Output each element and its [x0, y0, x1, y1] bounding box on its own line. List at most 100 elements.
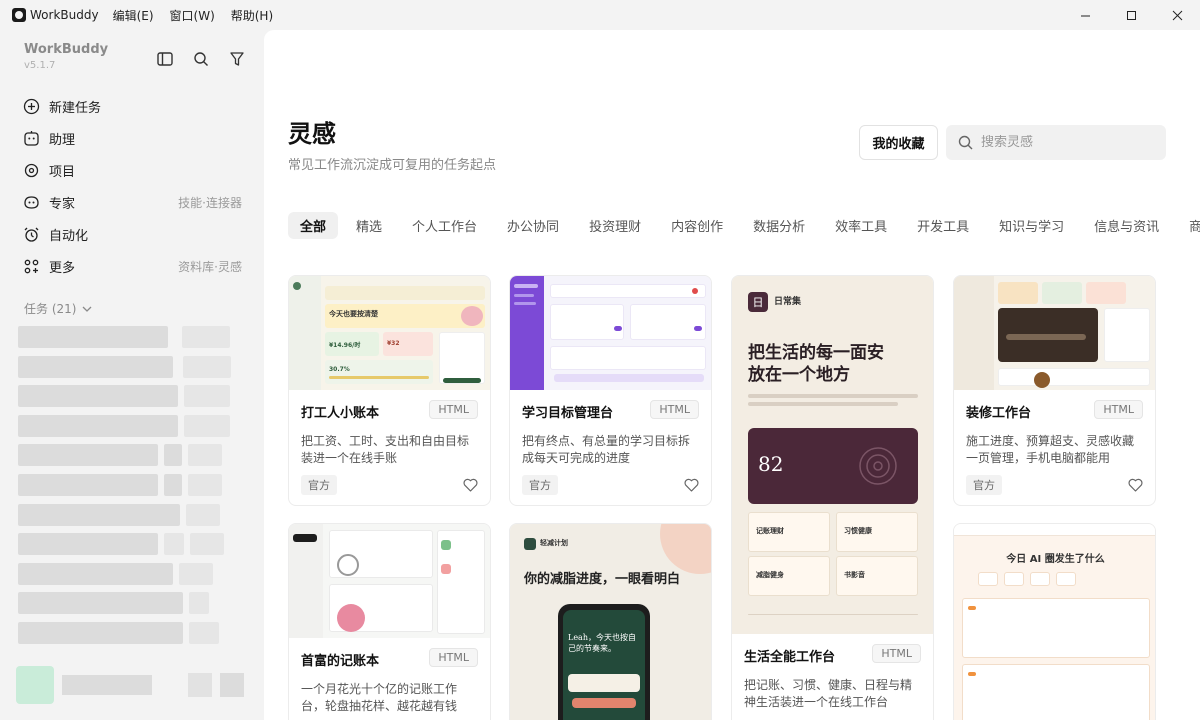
tab-all[interactable]: 全部	[288, 212, 339, 239]
inspiration-card[interactable]: 首富的记账本 HTML 一个月花光十个亿的记账工作台，轮盘抽花样、越花越有钱	[288, 523, 491, 720]
tab-dev-tools[interactable]: 开发工具	[905, 212, 981, 239]
main-panel: 灵感 常见工作流沉淀成可复用的任务起点 我的收藏 全部 精选 个人工作台 办公协…	[264, 30, 1200, 720]
thumb-heading: 今天也要按清楚	[329, 310, 378, 318]
list-item[interactable]	[18, 326, 248, 348]
user-profile-redacted[interactable]	[16, 666, 246, 704]
list-item[interactable]	[18, 533, 248, 556]
card-body: 学习目标管理台 HTML 把有终点、有总量的学习目标拆成每天可完成的进度 官方	[510, 390, 711, 495]
menu-window[interactable]: 窗口(W)	[170, 7, 215, 24]
search-icon	[958, 135, 973, 150]
card-description: 施工进度、预算超支、灵感收藏一页管理，手机电脑都能用	[966, 434, 1135, 465]
nav-label: 自动化	[49, 228, 89, 244]
nav-assistant[interactable]: 助理	[22, 122, 242, 154]
thumb-tile: 记账理财	[756, 527, 784, 535]
list-item[interactable]	[18, 355, 248, 378]
official-tag: 官方	[301, 475, 337, 495]
thumb-headline: 你的减脂进度，一眼看明白	[524, 572, 681, 587]
inspiration-card[interactable]: 日 日常集 把生活的每一面安放在一个地方 82 记账理财 习惯健康 减脂健身 书…	[731, 275, 934, 720]
tab-content[interactable]: 内容创作	[659, 212, 735, 239]
thumb-headline: 今日 AI 圈发生了什么	[1006, 554, 1105, 565]
inspiration-card[interactable]: 今天也要按清楚 ¥14.96/时 ¥32 30.7% 打工人小账本 HTML 把…	[288, 275, 491, 506]
app-title: WorkBuddy	[30, 8, 99, 22]
tab-featured[interactable]: 精选	[344, 212, 394, 239]
tasks-header-label: 任务 (21)	[24, 302, 77, 316]
menu-edit[interactable]: 编辑(E)	[113, 7, 154, 24]
close-icon[interactable]	[1154, 0, 1200, 30]
nav-experts[interactable]: 专家 技能·连接器	[22, 186, 242, 218]
tab-personal-workspace[interactable]: 个人工作台	[400, 212, 489, 239]
card-description: 一个月花光十个亿的记账工作台，轮盘抽花样、越花越有钱	[301, 682, 458, 713]
list-item[interactable]	[18, 473, 248, 496]
filter-icon[interactable]	[226, 48, 248, 70]
app-version: v5.1.7	[24, 60, 56, 71]
plus-circle-icon	[22, 97, 40, 115]
search-input[interactable]	[981, 135, 1151, 150]
tab-finance[interactable]: 投资理财	[577, 212, 653, 239]
page-subtitle: 常见工作流沉淀成可复用的任务起点	[288, 158, 497, 173]
tab-efficiency[interactable]: 效率工具	[823, 212, 899, 239]
sidebar-brand: WorkBuddy v5.1.7	[24, 42, 108, 71]
card-thumbnail	[289, 524, 490, 638]
avatar	[16, 666, 54, 704]
minimize-icon[interactable]	[1062, 0, 1108, 30]
maximize-icon[interactable]	[1108, 0, 1154, 30]
page-title: 灵感	[288, 120, 336, 148]
thumb-tile: 减脂健身	[756, 571, 784, 579]
card-description: 把记账、习惯、健康、日程与精神生活装进一个在线工作台	[744, 678, 913, 709]
heart-icon[interactable]	[1127, 477, 1143, 493]
tab-knowledge[interactable]: 知识与学习	[987, 212, 1076, 239]
project-icon	[22, 161, 40, 179]
card-footer: 官方	[301, 475, 478, 495]
list-item[interactable]	[18, 562, 248, 585]
alarm-clock-icon	[22, 225, 40, 243]
nav-more[interactable]: 更多 资料库·灵感	[22, 250, 242, 282]
thumb-tile: 习惯健康	[844, 527, 872, 535]
format-badge: HTML	[872, 644, 921, 663]
list-item[interactable]	[18, 592, 248, 615]
card-thumbnail: 轻减计划 你的减脂进度，一眼看明白 Leah，今天也按自己的节奏来。	[510, 524, 711, 720]
tab-news[interactable]: 信息与资讯	[1082, 212, 1171, 239]
list-item[interactable]	[18, 385, 248, 408]
nav-projects[interactable]: 项目	[22, 154, 242, 186]
list-item[interactable]	[18, 503, 248, 526]
nav-hint: 技能·连接器	[178, 195, 242, 210]
nav-automation[interactable]: 自动化	[22, 218, 242, 250]
list-item[interactable]	[18, 414, 248, 437]
category-tabs: 全部 精选 个人工作台 办公协同 投资理财 内容创作 数据分析 效率工具 开发工…	[288, 212, 1200, 239]
card-thumbnail	[510, 276, 711, 390]
thumb-score: 82	[758, 452, 784, 476]
official-tag: 官方	[966, 475, 1002, 495]
heart-icon[interactable]	[462, 477, 478, 493]
favorites-button[interactable]: 我的收藏	[859, 125, 938, 160]
official-tag: 官方	[522, 475, 558, 495]
sidebar-toggle-icon[interactable]	[154, 48, 176, 70]
menu-help[interactable]: 帮助(H)	[231, 7, 273, 24]
thumb-value: ¥14.96/时	[329, 342, 361, 349]
nav-label: 专家	[49, 196, 76, 212]
inspiration-card[interactable]: 轻减计划 你的减脂进度，一眼看明白 Leah，今天也按自己的节奏来。	[509, 523, 712, 720]
inspiration-card[interactable]: 学习目标管理台 HTML 把有终点、有总量的学习目标拆成每天可完成的进度 官方	[509, 275, 712, 506]
tasks-header[interactable]: 任务 (21)	[24, 300, 94, 317]
brand-name: WorkBuddy	[24, 42, 109, 57]
title-bar: WorkBuddy 编辑(E) 窗口(W) 帮助(H)	[0, 0, 1200, 30]
inspiration-card[interactable]: 装修工作台 HTML 施工进度、预算超支、灵感收藏一页管理，手机电脑都能用 官方	[953, 275, 1156, 506]
card-thumbnail	[954, 276, 1155, 390]
nav-new-task[interactable]: 新建任务	[22, 90, 242, 122]
nav-hint: 资料库·灵感	[178, 259, 242, 274]
tab-business[interactable]: 商	[1177, 212, 1200, 239]
card-body: 首富的记账本 HTML 一个月花光十个亿的记账工作台，轮盘抽花样、越花越有钱	[289, 638, 490, 715]
sidebar-tools	[154, 48, 248, 70]
list-item[interactable]	[18, 621, 248, 644]
task-list-redacted	[18, 326, 248, 652]
search-icon[interactable]	[190, 48, 212, 70]
heart-icon[interactable]	[683, 477, 699, 493]
card-description: 把有终点、有总量的学习目标拆成每天可完成的进度	[522, 434, 691, 465]
thumb-headline: 把生活的每一面安放在一个地方	[748, 343, 884, 385]
list-item[interactable]	[18, 444, 248, 467]
tab-data-analysis[interactable]: 数据分析	[741, 212, 817, 239]
inspiration-card[interactable]: 今日 AI 圈发生了什么	[953, 523, 1156, 720]
nav-label: 项目	[49, 164, 76, 180]
thumb-phone-text: Leah，今天也按自己的节奏来。	[568, 633, 636, 653]
card-thumbnail: 今日 AI 圈发生了什么	[954, 524, 1155, 720]
tab-office[interactable]: 办公协同	[495, 212, 571, 239]
